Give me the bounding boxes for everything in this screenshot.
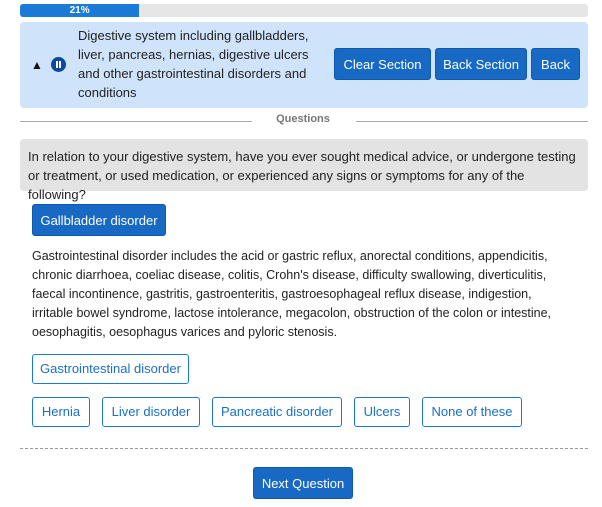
- pancreatic-disorder-option[interactable]: Pancreatic disorder: [212, 397, 342, 427]
- back-section-button[interactable]: Back Section: [435, 48, 527, 80]
- liver-disorder-option[interactable]: Liver disorder: [102, 397, 200, 427]
- pause-icon[interactable]: [51, 57, 66, 72]
- chevron-up-icon[interactable]: ▲: [30, 58, 44, 72]
- ulcers-option[interactable]: Ulcers: [354, 397, 410, 427]
- hernia-option[interactable]: Hernia: [32, 397, 90, 427]
- back-button[interactable]: Back: [531, 48, 580, 80]
- divider-left: [20, 121, 252, 122]
- questions-heading: Questions: [276, 113, 330, 125]
- section-header: ▲ Digestive system including gallbladder…: [20, 22, 588, 108]
- section-separator: [20, 448, 588, 449]
- section-title: Digestive system including gallbladders,…: [78, 28, 309, 100]
- progress-fill: 21%: [20, 4, 140, 17]
- none-of-these-option[interactable]: None of these: [422, 397, 522, 427]
- divider-right: [356, 121, 588, 122]
- gastrointestinal-disorder-option[interactable]: Gastrointestinal disorder: [32, 354, 189, 384]
- clear-section-button[interactable]: Clear Section: [334, 48, 431, 80]
- question-text: In relation to your digestive system, ha…: [20, 139, 588, 202]
- option-description: Gastrointestinal disorder includes the a…: [32, 249, 552, 339]
- progress-bar: 21%: [20, 4, 588, 17]
- gallbladder-disorder-option[interactable]: Gallbladder disorder: [32, 204, 166, 236]
- next-question-button[interactable]: Next Question: [253, 467, 353, 499]
